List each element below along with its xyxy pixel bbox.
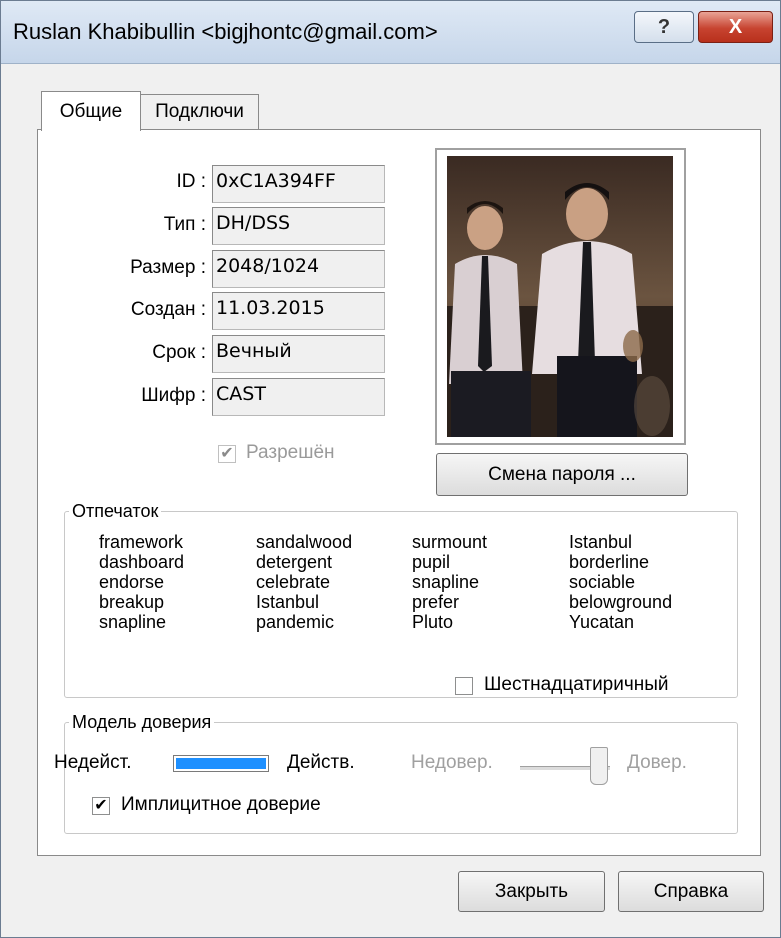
trust-model-label: Модель доверия (69, 712, 215, 733)
type-field[interactable]: DH/DSS (212, 207, 385, 245)
fingerprint-word: belowground (569, 592, 673, 612)
cipher-field[interactable]: CAST (212, 378, 385, 416)
id-label: ID : (176, 171, 206, 192)
id-field[interactable]: 0xC1A394FF (212, 165, 385, 203)
fingerprint-word: surmount (412, 532, 488, 552)
valid-label: Действ. (287, 752, 355, 773)
fingerprint-word: sociable (569, 572, 636, 592)
fingerprint-word: detergent (256, 552, 333, 572)
fingerprint-word: snapline (99, 612, 167, 632)
close-button[interactable]: Закрыть (458, 871, 605, 912)
fingerprint-label: Отпечаток (69, 501, 162, 522)
validity-bar-fill (176, 758, 266, 769)
fingerprint-word: pupil (412, 552, 451, 572)
hex-label: Шестнадцатиричный (484, 674, 669, 695)
size-label: Размер : (130, 257, 206, 278)
fingerprint-word: celebrate (256, 572, 331, 592)
close-title-button[interactable]: X (698, 11, 773, 43)
change-password-button[interactable]: Смена пароля ... (436, 453, 688, 496)
implicit-trust-checkbox[interactable]: ✔ (92, 797, 110, 815)
trusted-label: Довер. (627, 752, 687, 773)
created-label: Создан : (130, 299, 206, 320)
window-title: Ruslan Khabibullin <bigjhontc@gmail.com> (13, 19, 438, 44)
title-bar[interactable]: Ruslan Khabibullin <bigjhontc@gmail.com>… (1, 1, 780, 64)
fingerprint-word: breakup (99, 592, 165, 612)
fingerprint-word: dashboard (99, 552, 185, 572)
untrusted-label: Недовер. (411, 752, 493, 773)
hex-checkbox[interactable] (455, 677, 473, 695)
enabled-checkbox[interactable]: ✔ (218, 445, 236, 463)
validity-bar (173, 755, 269, 772)
expires-label: Срок : (152, 342, 206, 363)
enabled-label: Разрешён (246, 442, 335, 463)
created-field[interactable]: 11.03.2015 (212, 292, 385, 330)
fingerprint-word: Istanbul (256, 592, 320, 612)
fingerprint-word: prefer (412, 592, 460, 612)
fingerprint-word: snapline (412, 572, 480, 592)
type-label: Тип : (163, 214, 206, 235)
help-title-button[interactable]: ? (634, 11, 694, 43)
trust-slider-thumb[interactable] (590, 747, 608, 785)
fingerprint-word: Pluto (412, 612, 454, 632)
size-field[interactable]: 2048/1024 (212, 250, 385, 288)
key-properties-dialog: Ruslan Khabibullin <bigjhontc@gmail.com>… (0, 0, 781, 938)
fingerprint-word: borderline (569, 552, 650, 572)
fingerprint-word: framework (99, 532, 184, 552)
fingerprint-word: sandalwood (256, 532, 353, 552)
fingerprint-word: pandemic (256, 612, 335, 632)
invalid-label: Недейст. (54, 752, 132, 773)
photo-frame[interactable] (435, 148, 686, 445)
expires-field[interactable]: Вечный (212, 335, 385, 373)
trust-model-group (64, 722, 738, 834)
help-button[interactable]: Справка (618, 871, 764, 912)
cipher-label: Шифр : (141, 385, 206, 406)
implicit-trust-label: Имплицитное доверие (121, 794, 321, 815)
fingerprint-word: Istanbul (569, 532, 633, 552)
fingerprint-word: endorse (99, 572, 165, 592)
tab-subkeys[interactable]: Подключи (141, 94, 259, 130)
fingerprint-word: Yucatan (569, 612, 635, 632)
user-photo (447, 156, 673, 437)
tab-general[interactable]: Общие (41, 91, 141, 131)
